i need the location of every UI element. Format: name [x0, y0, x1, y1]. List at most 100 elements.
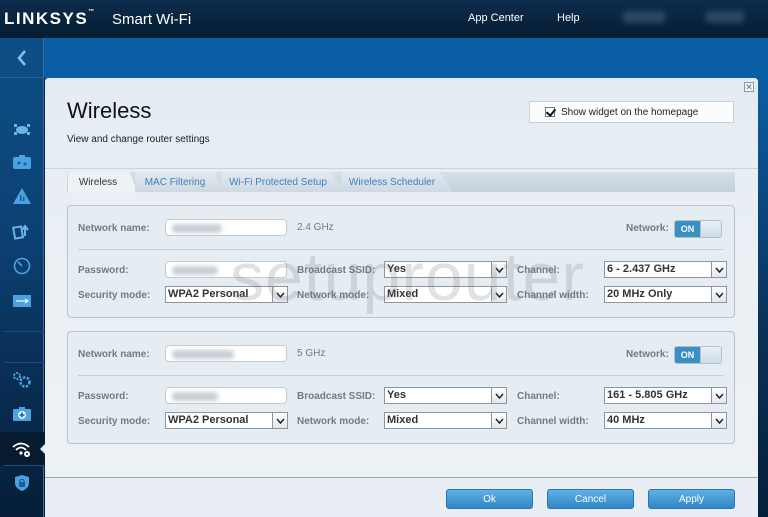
- network-name-label: Network name:: [78, 223, 150, 234]
- tab-wireless[interactable]: Wireless: [68, 172, 138, 193]
- show-widget-checkbox[interactable]: [545, 107, 555, 117]
- sidebar-item-media-prioritization[interactable]: [0, 214, 44, 248]
- ok-button[interactable]: Ok: [446, 489, 533, 509]
- network-mode-label: Network mode:: [297, 290, 370, 301]
- close-icon[interactable]: ✕: [744, 82, 754, 92]
- sidebar-item-device-list[interactable]: [0, 112, 44, 146]
- help-link[interactable]: Help: [557, 12, 580, 24]
- password-input[interactable]: [165, 261, 287, 278]
- product-name: Smart Wi-Fi: [112, 11, 192, 28]
- parental-controls-icon: [13, 188, 31, 204]
- redacted-network-name: [172, 350, 234, 359]
- toggle-knob: [700, 347, 721, 363]
- cancel-button[interactable]: Cancel: [547, 489, 634, 509]
- password-input[interactable]: [165, 387, 287, 404]
- channel-width-select[interactable]: 20 MHz Only: [604, 286, 727, 303]
- blurred-account-menu: [705, 11, 745, 23]
- sidebar-divider: [4, 331, 44, 332]
- header-band: [0, 38, 768, 78]
- channel-value: 6 - 2.437 GHz: [607, 263, 676, 275]
- channel-width-value: 20 MHz Only: [607, 288, 673, 300]
- brand-trademark: ™: [88, 9, 96, 15]
- speed-test-icon: [13, 257, 31, 275]
- security-mode-select[interactable]: WPA2 Personal: [165, 286, 288, 303]
- tab-wireless-scheduler[interactable]: Wireless Scheduler: [341, 172, 453, 192]
- wireless-icon: [12, 442, 30, 457]
- channel-value: 161 - 5.805 GHz: [607, 389, 688, 401]
- password-label: Password:: [78, 265, 129, 276]
- section-divider: [78, 375, 724, 376]
- chevron-down-icon: [711, 388, 726, 403]
- chevron-down-icon: [491, 388, 506, 403]
- sidebar-item-speed-test[interactable]: [0, 249, 44, 283]
- channel-width-value: 40 MHz: [607, 414, 645, 426]
- linksys-logo: LINKSYS™: [4, 9, 96, 29]
- channel-select[interactable]: 161 - 5.805 GHz: [604, 387, 727, 404]
- network-section-2-4ghz: Network name: 2.4 GHz Network: ON Passwo…: [67, 205, 735, 318]
- network-name-label: Network name:: [78, 349, 150, 360]
- security-mode-value: WPA2 Personal: [168, 288, 249, 300]
- security-mode-select[interactable]: WPA2 Personal: [165, 412, 288, 429]
- tab-mac-filtering[interactable]: MAC Filtering: [135, 172, 225, 192]
- sidebar-item-troubleshooting[interactable]: [0, 397, 44, 431]
- chevron-down-icon: [272, 287, 287, 302]
- sidebar-item-parental-controls[interactable]: [0, 179, 44, 213]
- band-label: 5 GHz: [297, 348, 326, 359]
- apply-button[interactable]: Apply: [648, 489, 735, 509]
- tab-wifi-protected-setup[interactable]: Wi-Fi Protected Setup: [221, 172, 345, 192]
- chevron-down-icon: [491, 287, 506, 302]
- band-label: 2.4 GHz: [297, 222, 334, 233]
- network-mode-select[interactable]: Mixed: [384, 286, 507, 303]
- redacted-password: [172, 266, 218, 275]
- network-section-5ghz: Network name: 5 GHz Network: ON Password…: [67, 331, 735, 444]
- panel-footer: Ok Cancel Apply: [45, 477, 758, 517]
- network-mode-value: Mixed: [387, 288, 419, 300]
- sidebar-item-external-storage[interactable]: [0, 284, 44, 318]
- device-list-icon: [14, 124, 30, 135]
- security-mode-label: Security mode:: [78, 416, 151, 427]
- toggle-knob: [700, 221, 721, 237]
- toggle-on-label: ON: [675, 221, 700, 237]
- channel-width-label: Channel width:: [517, 290, 589, 301]
- guest-access-icon: [13, 155, 31, 169]
- network-label: Network:: [626, 223, 669, 234]
- chevron-down-icon: [711, 413, 726, 428]
- blurred-user-info: [622, 11, 666, 23]
- broadcast-ssid-select[interactable]: Yes: [384, 261, 507, 278]
- channel-width-label: Channel width:: [517, 416, 589, 427]
- password-label: Password:: [78, 391, 129, 402]
- chevron-down-icon: [711, 287, 726, 302]
- network-toggle[interactable]: ON: [674, 220, 722, 238]
- network-mode-value: Mixed: [387, 414, 419, 426]
- channel-select[interactable]: 6 - 2.437 GHz: [604, 261, 727, 278]
- security-mode-value: WPA2 Personal: [168, 414, 249, 426]
- redacted-password: [172, 392, 218, 401]
- external-storage-icon: [13, 295, 31, 307]
- network-name-input[interactable]: [165, 345, 287, 362]
- broadcast-ssid-select[interactable]: Yes: [384, 387, 507, 404]
- network-name-input[interactable]: [165, 219, 287, 236]
- section-divider: [78, 249, 724, 250]
- channel-label: Channel:: [517, 265, 560, 276]
- sidebar-item-wireless[interactable]: [0, 432, 45, 465]
- show-widget-option[interactable]: Show widget on the homepage: [529, 101, 734, 123]
- header-divider: [45, 168, 758, 169]
- connectivity-icon: [13, 372, 31, 388]
- back-button[interactable]: [0, 38, 44, 78]
- security-icon: [15, 475, 29, 491]
- chevron-left-icon: [17, 49, 26, 66]
- security-mode-label: Security mode:: [78, 290, 151, 301]
- brand-name: LINKSYS: [4, 9, 89, 28]
- channel-label: Channel:: [517, 391, 560, 402]
- network-toggle[interactable]: ON: [674, 346, 722, 364]
- app-center-link[interactable]: App Center: [468, 12, 524, 24]
- channel-width-select[interactable]: 40 MHz: [604, 412, 727, 429]
- sidebar-item-guest-access[interactable]: [0, 145, 44, 179]
- media-prioritization-icon: [12, 224, 29, 240]
- network-mode-select[interactable]: Mixed: [384, 412, 507, 429]
- chevron-down-icon: [711, 262, 726, 277]
- sidebar-item-connectivity[interactable]: [0, 363, 44, 397]
- broadcast-ssid-label: Broadcast SSID:: [297, 391, 376, 402]
- sidebar-item-security[interactable]: [0, 466, 44, 500]
- chevron-down-icon: [491, 413, 506, 428]
